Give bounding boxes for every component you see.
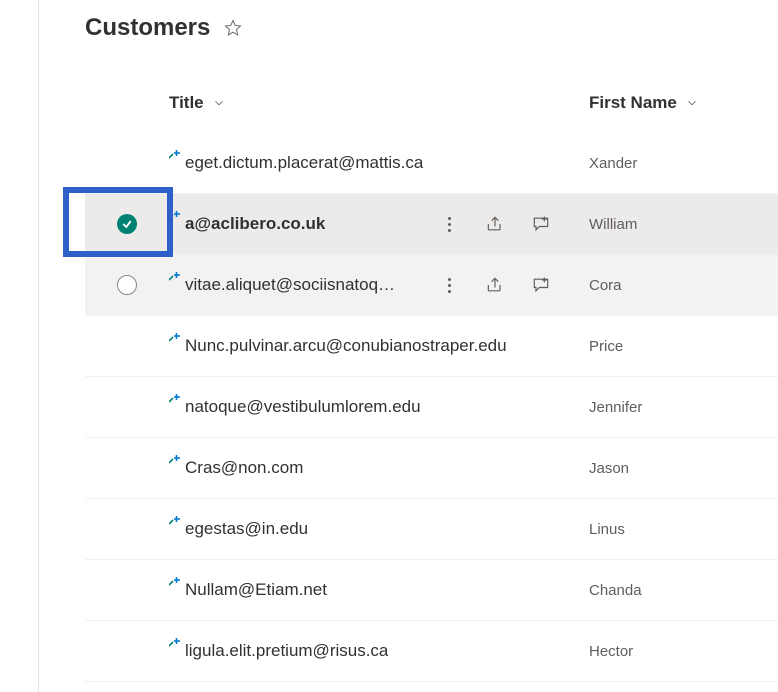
table-row[interactable]: natoque@vestibulumlorem.edu Jennifer <box>85 377 778 438</box>
row-title-text[interactable]: Nunc.pulvinar.arcu@conubianostraper.edu <box>185 336 507 356</box>
row-title-text[interactable]: a@aclibero.co.uk <box>185 214 325 234</box>
share-button[interactable] <box>485 214 505 234</box>
more-actions-button[interactable] <box>439 275 459 295</box>
table-row[interactable]: eget.dictum.placerat@mattis.ca Xander <box>85 133 778 194</box>
page-title: Customers <box>85 14 210 42</box>
row-select-cell <box>85 214 169 234</box>
row-firstname-cell: Linus <box>589 521 778 538</box>
favorite-star-icon[interactable] <box>224 19 242 37</box>
row-actions <box>439 275 579 295</box>
list-item-icon <box>169 149 181 161</box>
list-item-icon <box>169 271 181 283</box>
row-title-cell: ligula.elit.pretium@risus.ca <box>169 641 589 661</box>
table-row[interactable]: egestas@in.edu Linus <box>85 499 778 560</box>
page-header: Customers <box>85 14 242 42</box>
chevron-down-icon <box>212 96 226 110</box>
more-actions-button[interactable] <box>439 214 459 234</box>
row-actions <box>439 214 579 234</box>
customers-table: Title First Name eget.dictum.placerat@ma… <box>85 73 778 682</box>
row-firstname-cell: Cora <box>589 277 778 294</box>
table-row[interactable]: Cras@non.com Jason <box>85 438 778 499</box>
table-row[interactable]: a@aclibero.co.uk William <box>85 194 778 255</box>
list-item-icon <box>169 454 181 466</box>
column-header-firstname-label: First Name <box>589 93 677 113</box>
row-title-text[interactable]: vitae.aliquet@sociisnatoq… <box>185 275 395 295</box>
row-title-cell: Cras@non.com <box>169 458 589 478</box>
row-title-text[interactable]: Cras@non.com <box>185 458 303 478</box>
comment-button[interactable] <box>531 214 551 234</box>
table-row[interactable]: ligula.elit.pretium@risus.ca Hector <box>85 621 778 682</box>
table-row[interactable]: Nunc.pulvinar.arcu@conubianostraper.edu … <box>85 316 778 377</box>
row-title-text[interactable]: Nullam@Etiam.net <box>185 580 327 600</box>
row-title-text[interactable]: ligula.elit.pretium@risus.ca <box>185 641 388 661</box>
list-item-icon <box>169 210 181 222</box>
table-row[interactable]: vitae.aliquet@sociisnatoq… Cora <box>85 255 778 316</box>
row-title-text[interactable]: natoque@vestibulumlorem.edu <box>185 397 421 417</box>
row-title-text[interactable]: eget.dictum.placerat@mattis.ca <box>185 153 423 173</box>
row-firstname-cell: William <box>589 216 778 233</box>
table-body: eget.dictum.placerat@mattis.ca Xander a@… <box>85 133 778 682</box>
row-title-cell: egestas@in.edu <box>169 519 589 539</box>
row-select-checked-icon[interactable] <box>117 214 137 234</box>
list-item-icon <box>169 332 181 344</box>
chevron-down-icon <box>685 96 699 110</box>
row-firstname-cell: Price <box>589 338 778 355</box>
table-row[interactable]: Nullam@Etiam.net Chanda <box>85 560 778 621</box>
row-select-radio[interactable] <box>117 275 137 295</box>
row-firstname-cell: Jason <box>589 460 778 477</box>
column-header-title[interactable]: Title <box>169 93 226 113</box>
comment-button[interactable] <box>531 275 551 295</box>
list-item-icon <box>169 637 181 649</box>
column-header-firstname[interactable]: First Name <box>589 93 699 113</box>
column-header-title-label: Title <box>169 93 204 113</box>
left-border <box>38 0 39 692</box>
list-item-icon <box>169 576 181 588</box>
share-button[interactable] <box>485 275 505 295</box>
row-title-cell: eget.dictum.placerat@mattis.ca <box>169 153 589 173</box>
row-title-cell: Nullam@Etiam.net <box>169 580 589 600</box>
row-title-text[interactable]: egestas@in.edu <box>185 519 308 539</box>
row-select-cell <box>85 275 169 295</box>
row-firstname-cell: Hector <box>589 643 778 660</box>
row-firstname-cell: Jennifer <box>589 399 778 416</box>
row-title-cell: vitae.aliquet@sociisnatoq… <box>169 275 589 295</box>
list-item-icon <box>169 393 181 405</box>
row-title-cell: natoque@vestibulumlorem.edu <box>169 397 589 417</box>
row-firstname-cell: Xander <box>589 155 778 172</box>
row-title-cell: Nunc.pulvinar.arcu@conubianostraper.edu <box>169 336 589 356</box>
list-item-icon <box>169 515 181 527</box>
row-title-cell: a@aclibero.co.uk <box>169 214 589 234</box>
table-header: Title First Name <box>85 73 778 133</box>
row-firstname-cell: Chanda <box>589 582 778 599</box>
